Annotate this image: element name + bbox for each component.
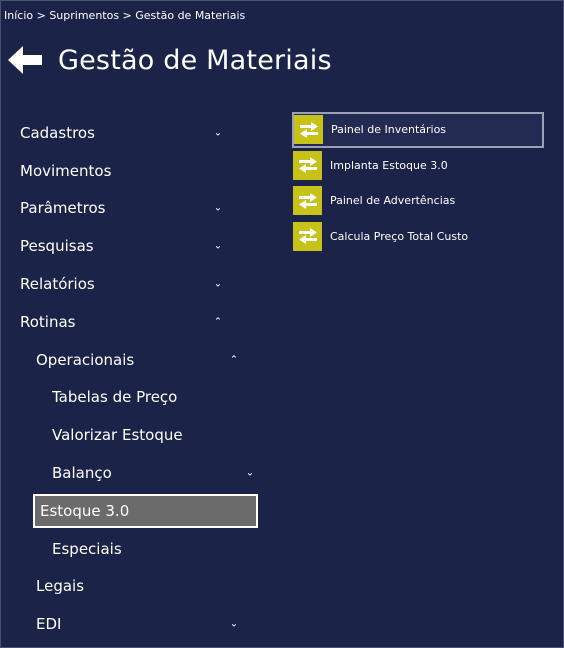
sidebar-item-legais[interactable]: Legais bbox=[0, 568, 262, 606]
chevron-down-icon: ⌄ bbox=[213, 278, 223, 290]
action-label: Calcula Preço Total Custo bbox=[330, 229, 469, 243]
sidebar-item-operacionais[interactable]: Operacionais ⌃ bbox=[0, 341, 262, 379]
sidebar-item-pesquisas[interactable]: Pesquisas ⌄ bbox=[0, 227, 262, 265]
sidebar-item-label: Rotinas bbox=[20, 312, 76, 331]
swap-arrows-icon bbox=[293, 186, 322, 216]
page-header: Gestão de Materiais bbox=[8, 40, 332, 80]
sidebar-item-label: Legais bbox=[36, 577, 85, 596]
sidebar-menu: Cadastros ⌄ Movimentos Parâmetros ⌄ Pesq… bbox=[0, 114, 262, 643]
sidebar-item-valorizar-estoque[interactable]: Valorizar Estoque bbox=[0, 416, 262, 454]
sidebar-item-estoque-3-0[interactable]: Estoque 3.0 bbox=[0, 492, 262, 530]
sidebar-item-label: Operacionais bbox=[36, 350, 135, 369]
sidebar-item-label: Cadastros bbox=[20, 123, 95, 142]
sidebar-item-parametros[interactable]: Parâmetros ⌄ bbox=[0, 190, 262, 228]
action-painel-de-inventarios[interactable]: Painel de Inventários bbox=[292, 112, 544, 148]
sidebar-item-label: Balanço bbox=[52, 464, 112, 483]
chevron-up-icon: ⌃ bbox=[213, 316, 223, 328]
action-painel-de-advertencias[interactable]: Painel de Advertências bbox=[292, 183, 544, 219]
chevron-up-icon: ⌃ bbox=[229, 354, 239, 366]
swap-arrows-icon bbox=[293, 150, 322, 180]
action-label: Painel de Advertências bbox=[330, 194, 456, 208]
sidebar-item-balanco[interactable]: Balanço ⌄ bbox=[0, 454, 262, 492]
sidebar-item-label: Tabelas de Preço bbox=[52, 388, 178, 407]
sidebar-item-tabelas-de-preco[interactable]: Tabelas de Preço bbox=[0, 379, 262, 417]
action-label: Implanta Estoque 3.0 bbox=[330, 158, 448, 172]
chevron-down-icon: ⌄ bbox=[213, 202, 223, 214]
sidebar-item-cadastros[interactable]: Cadastros ⌄ bbox=[0, 114, 262, 152]
swap-arrows-icon bbox=[293, 221, 322, 251]
sidebar-item-label: Valorizar Estoque bbox=[52, 426, 183, 445]
sidebar-item-rotinas[interactable]: Rotinas ⌃ bbox=[0, 303, 262, 341]
chevron-down-icon: ⌄ bbox=[229, 618, 239, 630]
sidebar-item-label: Parâmetros bbox=[20, 199, 106, 218]
sidebar-item-label: EDI bbox=[36, 615, 62, 634]
action-list: Painel de Inventários Implanta Estoque 3… bbox=[292, 112, 544, 254]
sidebar-item-label: Especiais bbox=[52, 539, 122, 558]
sidebar-item-especiais[interactable]: Especiais bbox=[0, 530, 262, 568]
chevron-down-icon: ⌄ bbox=[213, 240, 223, 252]
sidebar-item-label: Estoque 3.0 bbox=[40, 501, 130, 520]
sidebar-item-label: Pesquisas bbox=[20, 237, 94, 256]
sidebar-item-label: Movimentos bbox=[20, 161, 112, 180]
swap-arrows-icon bbox=[294, 115, 323, 145]
page-title: Gestão de Materiais bbox=[58, 44, 332, 76]
sidebar-item-relatorios[interactable]: Relatórios ⌄ bbox=[0, 265, 262, 303]
action-label: Painel de Inventários bbox=[331, 123, 447, 137]
arrow-left-icon[interactable] bbox=[8, 45, 44, 75]
action-calcula-preco-total-custo[interactable]: Calcula Preço Total Custo bbox=[292, 219, 544, 255]
chevron-down-icon: ⌄ bbox=[245, 467, 255, 479]
chevron-down-icon: ⌄ bbox=[213, 127, 223, 139]
sidebar-item-movimentos[interactable]: Movimentos bbox=[0, 152, 262, 190]
breadcrumb: Início > Suprimentos > Gestão de Materia… bbox=[4, 9, 246, 22]
sidebar-item-label: Relatórios bbox=[20, 275, 95, 294]
sidebar-item-edi[interactable]: EDI ⌄ bbox=[0, 605, 262, 643]
action-implanta-estoque-3-0[interactable]: Implanta Estoque 3.0 bbox=[292, 148, 544, 184]
